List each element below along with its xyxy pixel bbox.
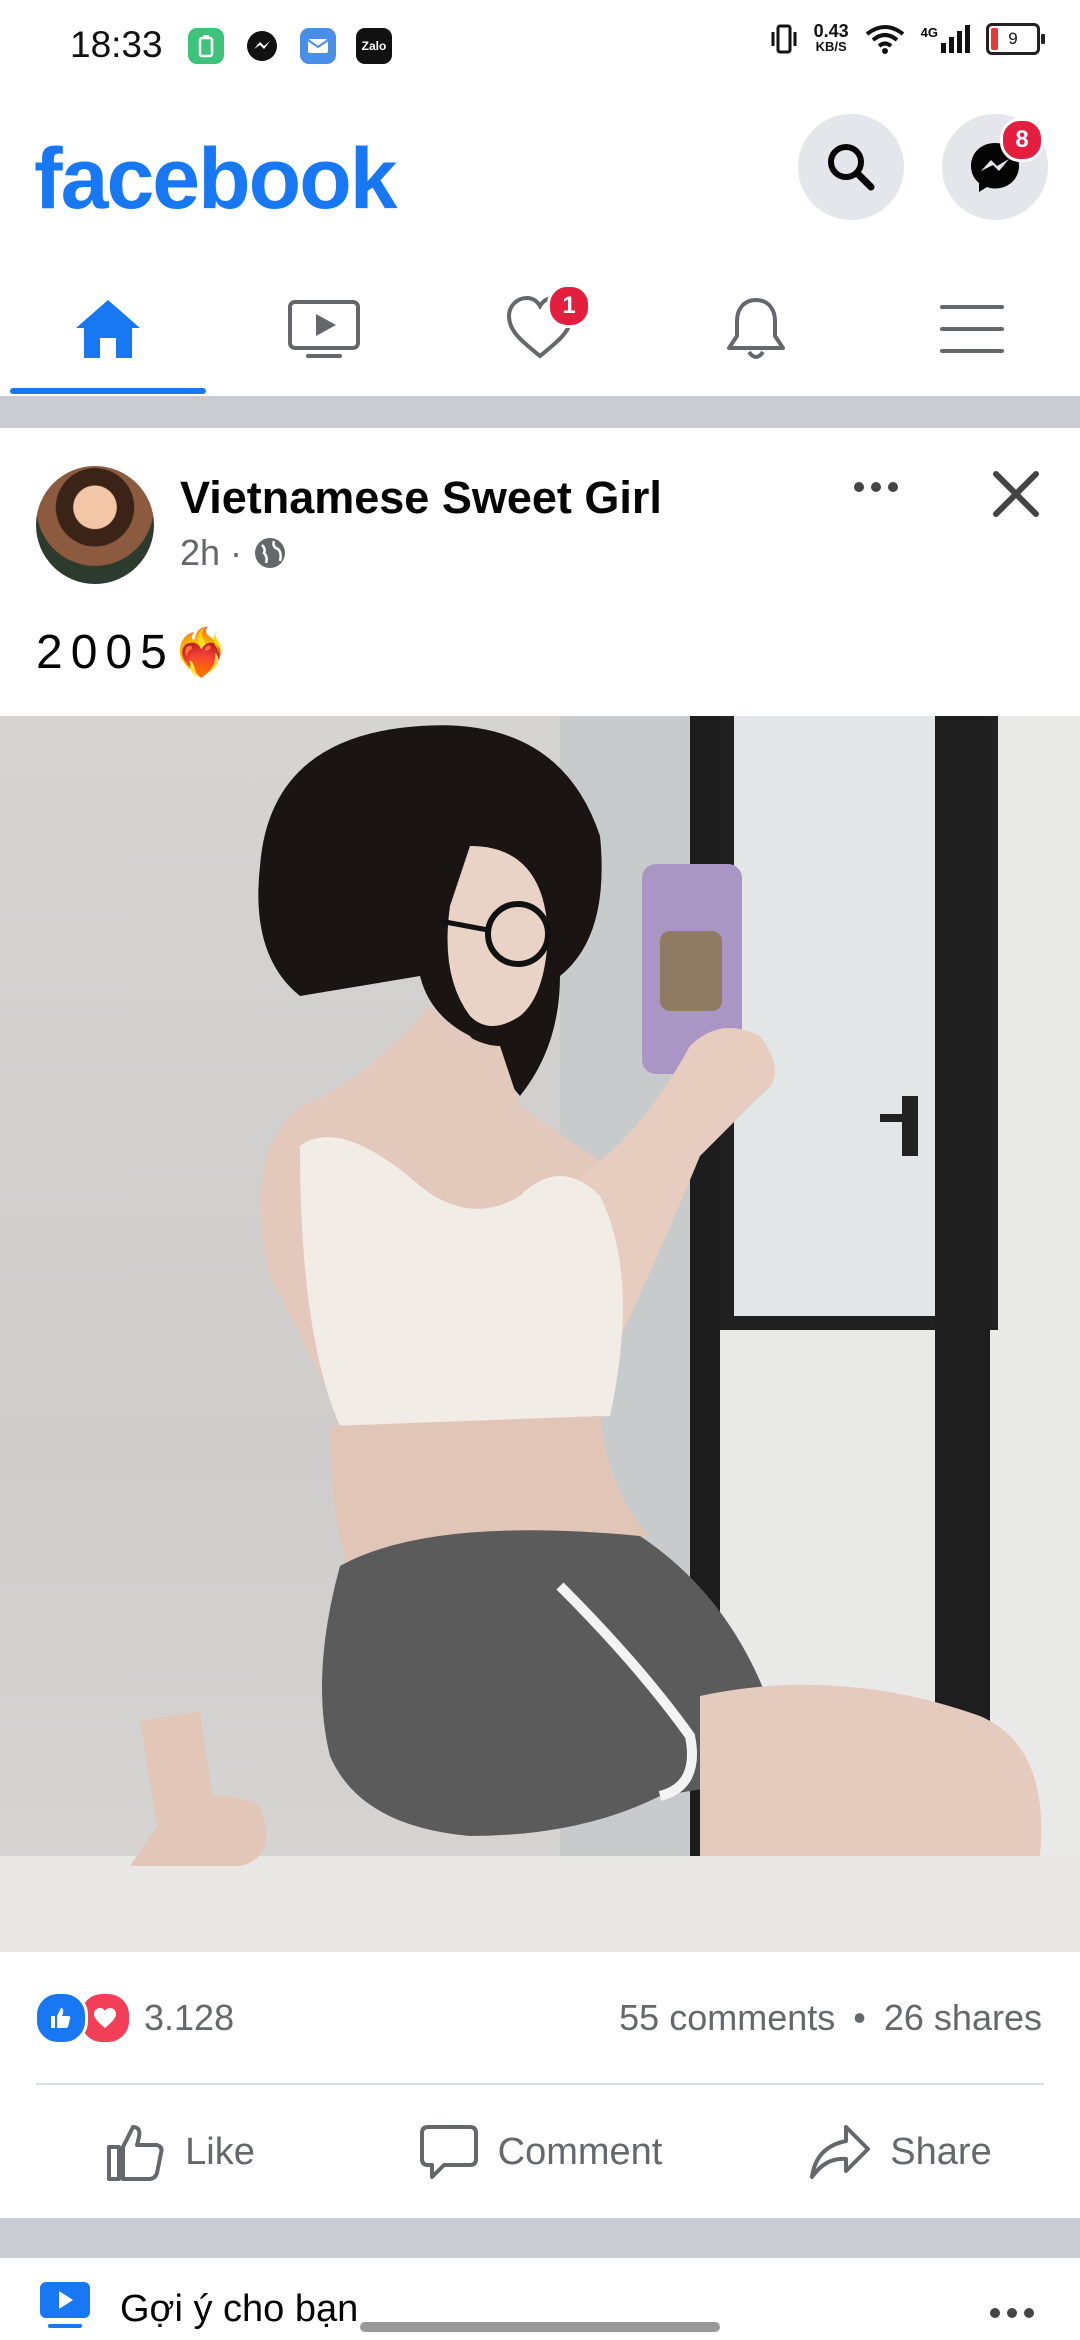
tab-notifications[interactable] <box>648 262 864 396</box>
suggestions-more-button[interactable] <box>990 2308 1034 2318</box>
network-type: 4G <box>920 25 938 40</box>
like-button[interactable]: Like <box>0 2087 360 2217</box>
globe-icon <box>255 538 286 568</box>
like-reaction-icon <box>34 1991 88 2045</box>
facebook-logo[interactable]: facebook <box>34 130 398 229</box>
like-label: Like <box>185 2130 255 2173</box>
bell-icon <box>727 298 785 359</box>
feed-separator <box>0 396 1080 428</box>
post-meta: 2h · <box>180 532 288 574</box>
wifi-icon <box>865 25 904 54</box>
video-icon <box>288 300 360 358</box>
tab-dating[interactable]: 1 <box>432 262 648 396</box>
menu-icon <box>940 305 1004 353</box>
thumbs-up-icon <box>107 2125 164 2181</box>
notification-icons: Zalo <box>188 28 392 64</box>
share-label: Share <box>890 2130 992 2173</box>
tab-home[interactable] <box>0 262 216 396</box>
comment-label: Comment <box>497 2130 663 2173</box>
reaction-icons[interactable] <box>34 1991 132 2045</box>
share-icon <box>810 2125 871 2179</box>
photo-subject <box>130 725 1042 1866</box>
vibrate-icon <box>771 24 797 54</box>
post-author[interactable]: Vietnamese Sweet Girl <box>180 472 662 524</box>
suggestions-title[interactable]: Gợi ý cho bạn <box>120 2288 358 2331</box>
post-photo[interactable] <box>0 716 1080 1952</box>
heart-on-fire-emoji: ❤️‍🔥 <box>172 626 231 678</box>
status-bar: 18:33 Zalo 0.43 KB/S 4G 9 <box>0 0 1080 96</box>
watch-suggestion-icon <box>40 2282 90 2328</box>
comments-count[interactable]: 55 comments <box>619 1997 835 2038</box>
post-actions: Like Comment Share <box>0 2087 1080 2217</box>
post-caption: 2005 ❤️‍🔥 <box>36 625 230 680</box>
caption-text: 2005 <box>36 626 175 679</box>
post-header: Vietnamese Sweet Girl 2h · <box>0 428 1080 608</box>
comment-button[interactable]: Comment <box>360 2087 720 2217</box>
messenger-icon <box>244 28 280 64</box>
app-header: facebook 8 <box>0 96 1080 262</box>
more-options-button[interactable] <box>854 482 898 492</box>
search-icon <box>828 144 875 191</box>
clock: 18:33 <box>70 24 163 65</box>
network-speed: 0.43 KB/S <box>813 21 849 55</box>
stats-separator: • <box>853 1997 866 2038</box>
messenger-badge: 8 <box>1000 118 1044 162</box>
search-button[interactable] <box>798 114 904 220</box>
network-speed-unit: KB/S <box>815 39 847 54</box>
battery-saver-icon <box>188 28 224 64</box>
zalo-label: Zalo <box>361 39 387 53</box>
system-indicators: 0.43 KB/S 4G 9 <box>770 21 1045 56</box>
mail-icon <box>300 28 336 64</box>
post-stats: 55 comments • 26 shares <box>619 1997 1042 2039</box>
close-icon <box>993 471 1039 517</box>
tab-menu[interactable] <box>864 262 1080 396</box>
feed-separator-2 <box>0 2218 1080 2258</box>
battery-level: 9 <box>1008 29 1018 48</box>
signal-icon: 4G <box>921 25 970 53</box>
reaction-count[interactable]: 3.128 <box>144 1997 234 2039</box>
home-indicator[interactable] <box>360 2322 720 2332</box>
share-button[interactable]: Share <box>720 2087 1080 2217</box>
network-speed-value: 0.43 <box>813 21 849 41</box>
home-icon <box>76 300 140 358</box>
reactions-bar: 3.128 55 comments • 26 shares <box>0 1985 1080 2055</box>
zalo-icon: Zalo <box>356 28 392 64</box>
messenger-button[interactable]: 8 <box>942 114 1048 220</box>
author-avatar[interactable] <box>36 466 154 584</box>
main-tabs: 1 <box>0 262 1080 396</box>
meta-separator: · <box>230 532 243 573</box>
hide-post-button[interactable] <box>990 468 1042 525</box>
dating-badge: 1 <box>547 283 591 328</box>
post-time[interactable]: 2h <box>180 532 220 574</box>
comment-icon <box>419 2125 478 2179</box>
battery-indicator: 9 <box>986 23 1045 55</box>
shares-count[interactable]: 26 shares <box>884 1997 1042 2038</box>
stats-divider <box>36 2083 1044 2085</box>
tab-watch[interactable] <box>216 262 432 396</box>
